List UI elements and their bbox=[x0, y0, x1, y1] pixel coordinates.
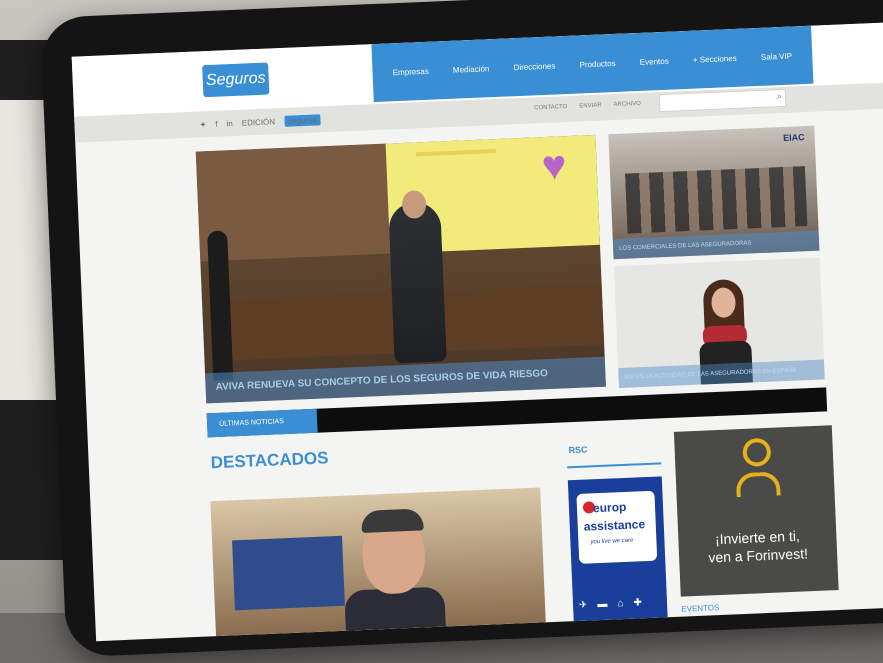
rsc-tagline: you live we care bbox=[590, 537, 634, 546]
nav-item-eventos[interactable]: Eventos bbox=[640, 56, 669, 66]
person-icon bbox=[734, 437, 781, 509]
person-icon-body bbox=[735, 471, 781, 498]
top-link-enviar[interactable]: ENVIAR bbox=[579, 103, 602, 110]
side-news-2[interactable]: ASÍ ES LA ACTIVIDAD DE LAS ASEGURADORAS … bbox=[613, 257, 825, 389]
hero-news[interactable]: ♥ AVIVA RENUEVA SU CONCEPTO DE LOS SEGUR… bbox=[195, 134, 606, 404]
site-logo[interactable]: Seguros bbox=[202, 62, 270, 98]
destacados-photo[interactable] bbox=[210, 487, 546, 637]
forinvest-ad-text: ¡Invierte en ti, ven a Forinvest! bbox=[678, 525, 837, 568]
rsc-brand-line2: assistance bbox=[583, 517, 646, 534]
tablet-screen: Seguros Empresas Mediación Direcciones P… bbox=[71, 22, 883, 642]
nav-item-secciones[interactable]: + Secciones bbox=[693, 53, 737, 64]
tablet-device: Seguros Empresas Mediación Direcciones P… bbox=[40, 0, 883, 658]
plane-icon: ✈ bbox=[578, 599, 588, 611]
destacados-person-hair bbox=[360, 508, 424, 533]
person-icon-head bbox=[742, 437, 772, 467]
top-link-archivo[interactable]: ARCHIVO bbox=[613, 101, 641, 108]
nav-item-mediacion[interactable]: Mediación bbox=[453, 64, 490, 75]
destacados-booth bbox=[232, 535, 345, 611]
eventos-title: EVENTOS bbox=[681, 603, 720, 614]
side-news-1[interactable]: EIAC LOS COMERCIALES DE LAS ASEGURADORAS bbox=[608, 125, 820, 260]
nav-item-sala-vip[interactable]: Sala VIP bbox=[761, 51, 792, 61]
nav-item-direcciones[interactable]: Direcciones bbox=[513, 61, 555, 72]
rsc-title: RSC bbox=[568, 444, 588, 456]
twitter-icon[interactable]: ✦ bbox=[199, 120, 206, 129]
side-news-1-caption[interactable]: LOS COMERCIALES DE LAS ASEGURADORAS bbox=[612, 230, 820, 260]
car-icon: ▬ bbox=[597, 598, 608, 611]
side-news-2-caption[interactable]: ASÍ ES LA ACTIVIDAD DE LAS ASEGURADORAS … bbox=[618, 359, 825, 389]
facebook-icon[interactable]: f bbox=[215, 120, 218, 129]
side-news-1-badge: EIAC bbox=[782, 132, 805, 143]
linkedin-icon[interactable]: in bbox=[226, 119, 233, 128]
hero-caption[interactable]: AVIVA RENUEVA SU CONCEPTO DE LOS SEGUROS… bbox=[205, 356, 606, 404]
rsc-logo-card: europ assistance you live we care bbox=[576, 490, 658, 564]
rsc-brand-line1: europ bbox=[592, 499, 627, 516]
heart-icon: ♥ bbox=[540, 141, 568, 190]
destacados-title: DESTACADOS bbox=[210, 448, 329, 473]
ticker-label: ÚLTIMAS NOTICIAS bbox=[206, 408, 318, 438]
rsc-divider bbox=[567, 462, 662, 469]
rsc-banner[interactable]: europ assistance you live we care ✈ ▬ ⌂ … bbox=[567, 476, 668, 622]
side-news-1-audience bbox=[625, 166, 808, 234]
rsc-icon-row: ✈ ▬ ⌂ ✚ bbox=[579, 597, 642, 611]
home-icon: ⌂ bbox=[617, 598, 624, 610]
nav-item-productos[interactable]: Productos bbox=[579, 58, 615, 69]
forinvest-ad[interactable]: ¡Invierte en ti, ven a Forinvest! bbox=[673, 425, 839, 597]
health-icon: ✚ bbox=[633, 597, 643, 609]
hero-projection-text bbox=[415, 149, 497, 157]
search-icon[interactable]: ⌕ bbox=[777, 91, 783, 102]
hero-speaker bbox=[388, 201, 447, 364]
social-tag: EDICIÓN bbox=[241, 117, 276, 128]
edition-badge[interactable]: seguros bbox=[283, 114, 321, 127]
nav-item-empresas[interactable]: Empresas bbox=[393, 66, 429, 77]
